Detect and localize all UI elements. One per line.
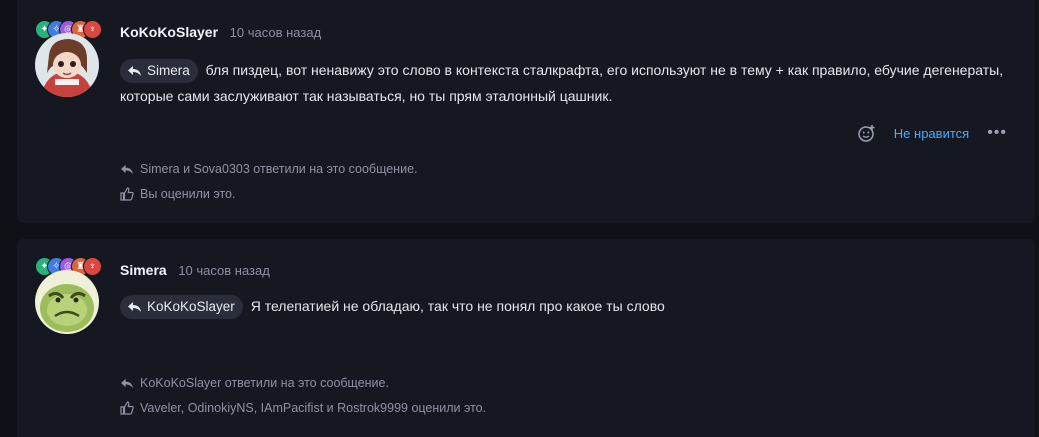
likes-summary[interactable]: Vaveler, OdinokiyNS, IAmPacifist и Rostr… [120, 401, 486, 415]
author-avatar-block[interactable]: ✦ ✧ ◎ ♜ ♆ [35, 257, 102, 336]
reply-quote-chip[interactable]: KoKoKoSlayer [120, 295, 243, 320]
reply-arrow-icon [121, 378, 133, 388]
add-reaction-icon[interactable] [858, 124, 876, 142]
replies-summary[interactable]: Simera и Sova0303 ответили на это сообще… [120, 162, 418, 176]
post-body: Simera бля пиздец, вот ненавижу это слов… [120, 57, 1010, 109]
more-options-button[interactable]: ••• [987, 124, 1007, 142]
reply-arrow-icon [128, 302, 141, 313]
thumbs-up-icon [120, 401, 134, 415]
reply-quote-author: Simera [147, 63, 190, 79]
author-name[interactable]: Simera [120, 262, 167, 278]
avatar[interactable] [35, 270, 99, 334]
thumbs-up-icon [120, 187, 134, 201]
post-body: KoKoKoSlayer Я телепатией не обладаю, та… [120, 293, 1010, 320]
post-time[interactable]: 10 часов назад [178, 263, 270, 278]
badge-icon: ♆ [83, 20, 102, 39]
replies-text: Simera и Sova0303 ответили на это сообще… [140, 162, 418, 176]
post-card: ✦ ✧ ◎ ♜ ♆ KoKoKoSlayer 10 часов назад Si… [17, 0, 1035, 223]
post-actions: Не нравится ••• [858, 124, 1007, 142]
badge-icon: ♆ [83, 257, 102, 276]
replies-summary[interactable]: KoKoKoSlayer ответили на это сообщение. [120, 376, 389, 390]
replies-text: KoKoKoSlayer ответили на это сообщение. [140, 376, 389, 390]
post-text: Я телепатией не обладаю, так что не поня… [250, 298, 665, 314]
reply-quote-chip[interactable]: Simera [120, 59, 198, 84]
author-avatar-block[interactable]: ✦ ✧ ◎ ♜ ♆ [35, 20, 102, 99]
post-time[interactable]: 10 часов назад [230, 25, 322, 40]
likes-text: Vaveler, OdinokiyNS, IAmPacifist и Rostr… [140, 401, 487, 415]
likes-summary[interactable]: Вы оценили это. [120, 187, 235, 201]
post-text: бля пиздец, вот ненавижу это слово в кон… [120, 62, 1004, 105]
reply-arrow-icon [128, 66, 141, 77]
post-card: ✦ ✧ ◎ ♜ ♆ Simera 10 часов назад KoKoKoSl… [17, 239, 1035, 437]
likes-text: Вы оценили это. [140, 187, 236, 201]
post-meta: Simera 10 часов назад [120, 262, 270, 278]
dislike-button[interactable]: Не нравится [894, 126, 969, 141]
author-name[interactable]: KoKoKoSlayer [120, 24, 218, 40]
post-meta: KoKoKoSlayer 10 часов назад [120, 24, 321, 40]
reply-quote-author: KoKoKoSlayer [147, 299, 235, 315]
avatar[interactable] [35, 33, 99, 97]
reply-arrow-icon [121, 164, 133, 174]
